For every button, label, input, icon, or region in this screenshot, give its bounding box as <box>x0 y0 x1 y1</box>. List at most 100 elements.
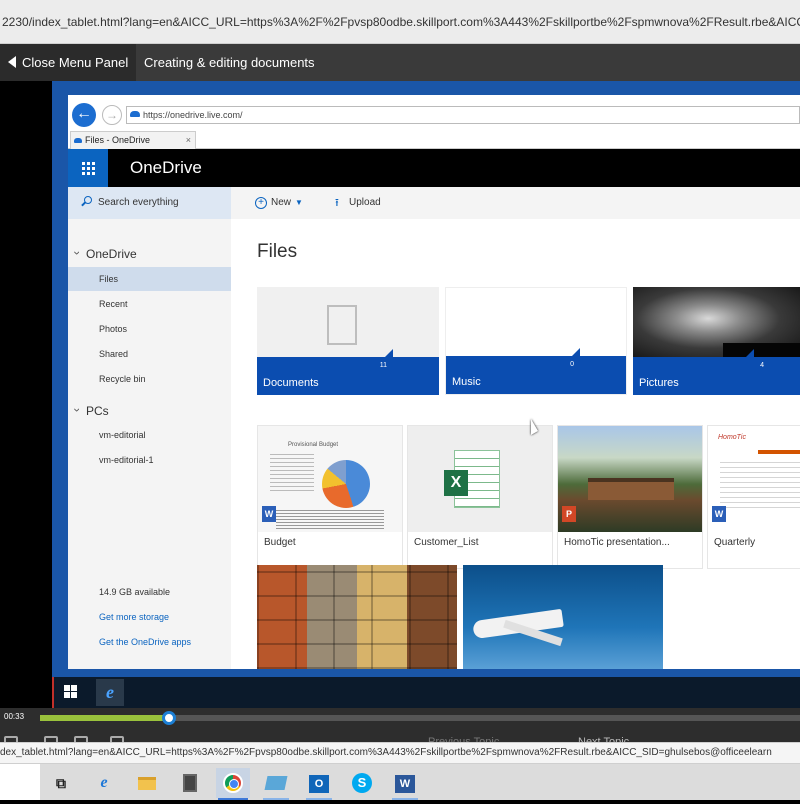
file-name: Quarterly <box>714 537 756 548</box>
word-icon: W <box>712 506 726 522</box>
plus-icon: + <box>255 197 267 209</box>
taskbar-search-box[interactable] <box>0 764 40 800</box>
folder-name: Music <box>452 376 481 388</box>
progress-bar[interactable] <box>40 711 800 725</box>
sidebar-item-recycle-bin[interactable]: Recycle bin <box>68 367 231 391</box>
thumbnail-text <box>720 462 800 508</box>
nav-heading-onedrive[interactable]: OneDrive <box>86 247 137 261</box>
edge-icon[interactable]: e <box>87 768 121 798</box>
windows-start-icon[interactable] <box>64 685 78 699</box>
close-menu-panel-button[interactable]: Close Menu Panel <box>0 44 136 81</box>
new-button[interactable]: + New ▼ <box>255 187 303 219</box>
elapsed-time: 00:33 <box>4 712 25 721</box>
sidebar-item-recent[interactable]: Recent <box>68 292 231 316</box>
documents-icon <box>327 299 371 345</box>
inner-address-row: ← → https://onedrive.live.com/ <box>68 95 800 131</box>
waffle-icon[interactable] <box>68 149 108 187</box>
mouse-cursor-icon <box>531 419 538 435</box>
sidebar-item-pc[interactable]: vm-editorial <box>68 423 231 447</box>
thumbnail-heading: Provisional Budget <box>288 442 339 448</box>
file-thumbnail: X <box>408 426 552 532</box>
file-name: Customer_List <box>414 537 479 548</box>
inner-browser-window: ← → https://onedrive.live.com/ Files - O… <box>68 95 800 669</box>
thumbnail-table <box>276 510 384 530</box>
ie-icon[interactable]: e <box>96 679 124 706</box>
task-view-icon[interactable]: ⧉ <box>44 768 78 798</box>
file-thumbnail: HomoTic W <box>708 426 800 532</box>
storage-available: 14.9 GB available <box>99 587 171 597</box>
inner-address-bar[interactable]: https://onedrive.live.com/ <box>126 106 800 124</box>
skype-icon[interactable]: S <box>345 768 379 798</box>
file-explorer-icon[interactable] <box>130 768 164 798</box>
get-apps-link[interactable]: Get the OneDrive apps <box>99 637 191 647</box>
outer-address-bar[interactable]: 2230/index_tablet.html?lang=en&AICC_URL=… <box>0 0 800 44</box>
folder-count: 0 <box>570 361 574 368</box>
folder-count: 4 <box>760 362 764 369</box>
folder-tile-documents[interactable]: 11 Documents <box>257 287 439 395</box>
close-tab-icon[interactable]: × <box>186 132 191 149</box>
status-url-bar: dex_tablet.html?lang=en&AICC_URL=https%3… <box>0 742 800 764</box>
tab-onedrive[interactable]: Files - OneDrive × <box>70 131 196 149</box>
tab-strip: Files - OneDrive × <box>68 131 800 149</box>
file-tile-quarterly[interactable]: HomoTic W Quarterly <box>707 425 800 569</box>
inner-windows-taskbar: e <box>54 677 800 708</box>
upload-label: Upload <box>349 197 381 208</box>
new-label: New <box>271 197 292 208</box>
progress-handle[interactable] <box>162 711 177 725</box>
powerpoint-icon: P <box>562 506 576 522</box>
pie-chart-thumbnail <box>322 460 370 508</box>
cloud-icon <box>130 111 140 117</box>
folder-count: 11 <box>379 362 387 369</box>
reader-app-icon[interactable] <box>259 768 293 800</box>
cloud-icon <box>74 138 82 143</box>
folder-band <box>257 349 439 395</box>
word-icon: W <box>262 506 276 522</box>
onedrive-sidebar: Search everything OneDrive Files Recent … <box>68 187 231 669</box>
folder-tile-pictures[interactable]: 4 Pictures <box>633 287 800 395</box>
folder-tile-music[interactable]: 0 Music <box>445 287 627 395</box>
file-name: HomoTic presentation... <box>564 537 670 548</box>
get-more-storage-link[interactable]: Get more storage <box>99 612 169 622</box>
thumbnail-text <box>270 454 314 494</box>
outlook-icon[interactable]: O <box>302 768 336 800</box>
nav-heading-pcs[interactable]: PCs <box>86 404 109 418</box>
word-icon[interactable]: W <box>388 768 422 800</box>
photo-tile-airplane[interactable] <box>463 565 663 669</box>
thumbnail-band <box>758 450 800 454</box>
windows-taskbar: ⧉ e O S W <box>0 764 800 800</box>
back-arrow-icon[interactable]: ← <box>72 103 96 127</box>
tab-title: Files - OneDrive <box>85 135 151 145</box>
file-tile-homotic-presentation[interactable]: P HomoTic presentation... <box>557 425 703 569</box>
search-icon <box>84 196 92 204</box>
command-bar: + New ▼ ⭱ Upload <box>231 187 800 219</box>
progress-fill <box>40 715 170 721</box>
onedrive-brand[interactable]: OneDrive <box>130 149 202 187</box>
folder-band <box>633 349 800 395</box>
file-tile-customer-list[interactable]: X Customer_List <box>407 425 553 569</box>
file-name: Budget <box>264 537 296 548</box>
forward-arrow-icon[interactable]: → <box>102 105 122 125</box>
calculator-icon[interactable] <box>173 768 207 798</box>
upload-icon: ⭱ <box>335 197 339 209</box>
sidebar-item-pc[interactable]: vm-editorial-1 <box>68 448 231 472</box>
file-thumbnail: P <box>558 426 702 532</box>
chrome-icon[interactable] <box>216 768 250 800</box>
folder-name: Pictures <box>639 377 679 389</box>
folder-band <box>446 348 626 394</box>
file-tile-budget[interactable]: Provisional Budget W Budget <box>257 425 403 569</box>
house-shape <box>588 478 674 500</box>
search-everything[interactable]: Search everything <box>68 187 231 219</box>
inner-address-text: https://onedrive.live.com/ <box>143 110 243 120</box>
sidebar-item-shared[interactable]: Shared <box>68 342 231 366</box>
excel-icon: X <box>444 470 468 496</box>
city-skyline <box>723 343 800 357</box>
upload-button[interactable]: ⭱ Upload <box>333 187 381 219</box>
sidebar-item-photos[interactable]: Photos <box>68 317 231 341</box>
onedrive-header: OneDrive <box>68 149 800 187</box>
course-title: Creating & editing documents <box>144 55 315 70</box>
chevron-down-icon: ▼ <box>295 198 303 207</box>
sidebar-item-files[interactable]: Files <box>68 267 231 291</box>
page-title: Files <box>257 241 298 262</box>
photo-tile-colored-blocks[interactable] <box>257 565 457 669</box>
file-thumbnail: Provisional Budget W <box>258 426 402 532</box>
